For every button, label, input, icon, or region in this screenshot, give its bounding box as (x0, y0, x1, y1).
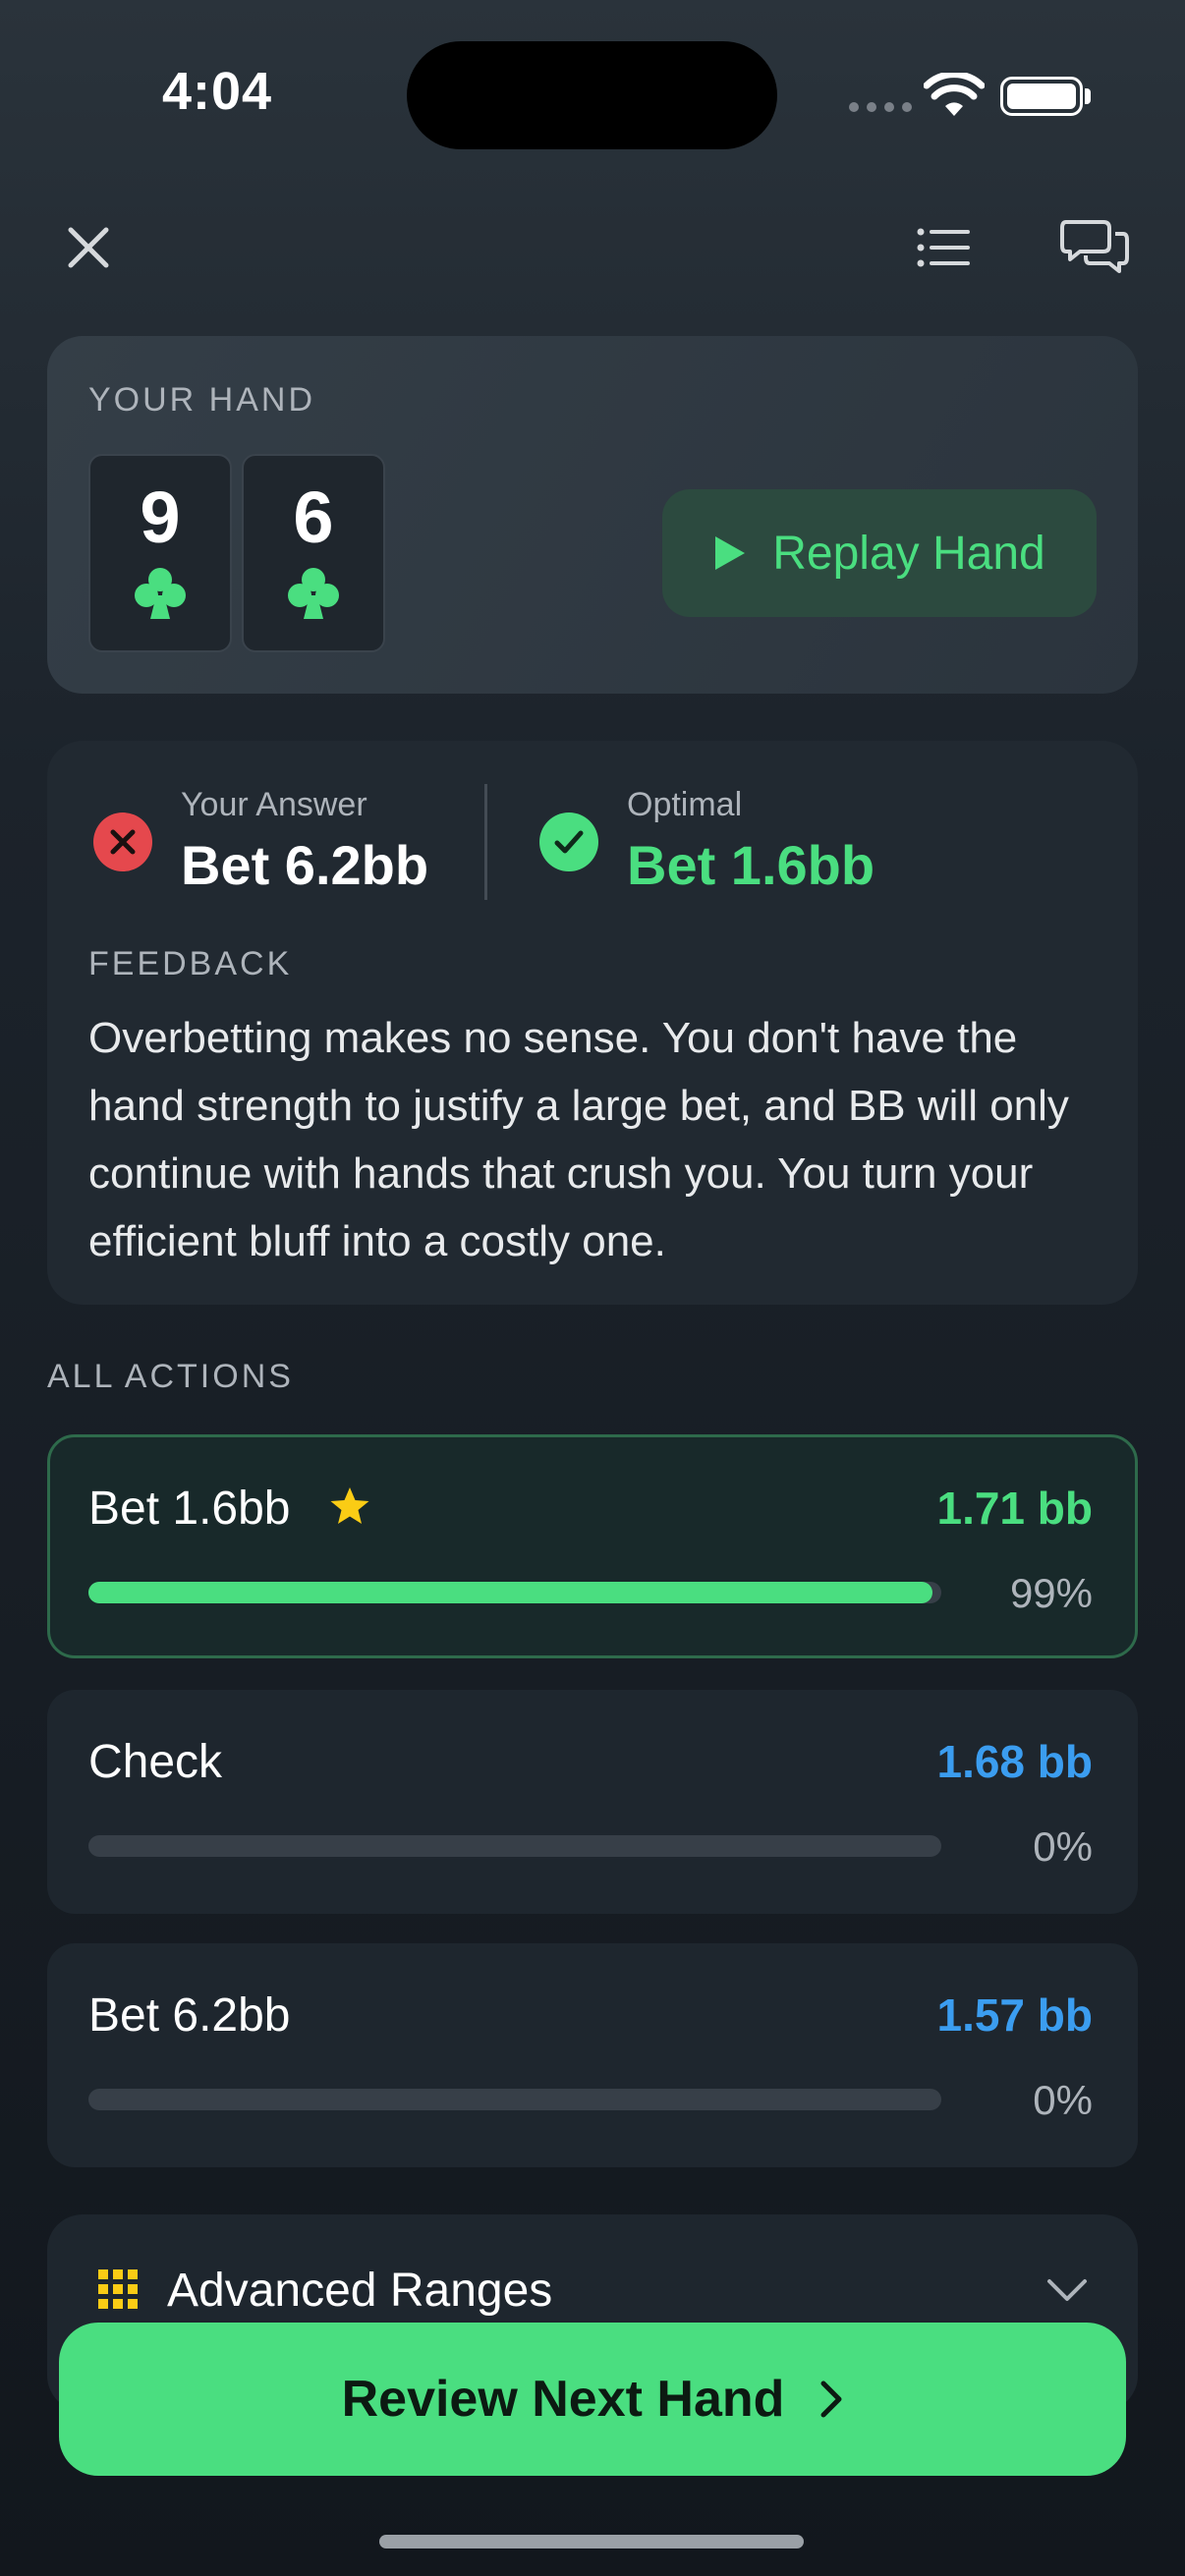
action-label: Bet 1.6bb (88, 1483, 291, 1535)
feedback-label: FEEDBACK (88, 945, 293, 982)
chevron-right-icon (820, 2380, 842, 2418)
correct-check-icon (539, 812, 598, 871)
chevron-down-icon (1047, 2279, 1087, 2301)
frequency-bar (88, 2089, 941, 2110)
replay-hand-label: Replay Hand (772, 527, 1045, 580)
action-frequency: 0% (1033, 2077, 1093, 2123)
wrong-answer-icon (93, 812, 152, 871)
card-rank: 9 (140, 476, 181, 558)
your-answer-label: Your Answer (181, 786, 367, 823)
action-frequency: 0% (1033, 1823, 1093, 1870)
close-icon (68, 227, 109, 268)
chat-bubbles-icon (1060, 220, 1129, 273)
frequency-bar (88, 1582, 941, 1603)
action-row-bet-large[interactable] (47, 1943, 1138, 2167)
cellular-signal-icon (849, 102, 912, 112)
hole-card-1: 9 (88, 454, 232, 652)
action-label: Bet 6.2bb (88, 1989, 291, 2042)
dynamic-island (407, 41, 777, 149)
optimal-label: Optimal (627, 786, 743, 823)
hand-list-button[interactable] (908, 212, 979, 283)
frequency-bar (88, 1835, 941, 1857)
wifi-icon (924, 73, 985, 116)
card-rank: 6 (293, 476, 334, 558)
home-indicator (379, 2535, 804, 2548)
review-next-hand-label: Review Next Hand (341, 2371, 785, 2428)
your-answer-value: Bet 6.2bb (181, 834, 429, 896)
action-ev: 1.71 bb (936, 1483, 1093, 1534)
star-icon (330, 1487, 369, 1524)
club-icon (288, 568, 339, 619)
action-row-bet-small[interactable] (47, 1434, 1138, 1658)
action-frequency: 99% (1009, 1570, 1093, 1616)
action-ev: 1.68 bb (936, 1736, 1093, 1787)
chat-button[interactable] (1059, 212, 1130, 283)
battery-icon (1000, 77, 1083, 116)
answer-divider (484, 784, 487, 900)
hole-card-2: 6 (242, 454, 385, 652)
feedback-text: Overbetting makes no sense. You don't ha… (88, 1014, 1069, 1265)
action-ev: 1.57 bb (936, 1989, 1093, 2041)
status-time: 4:04 (162, 62, 273, 121)
club-icon (135, 568, 186, 619)
frequency-bar-fill (88, 1582, 933, 1603)
your-hand-label: YOUR HAND (88, 381, 316, 419)
action-row-check[interactable] (47, 1690, 1138, 1914)
advanced-ranges-label: Advanced Ranges (167, 2265, 553, 2317)
optimal-value: Bet 1.6bb (627, 834, 875, 896)
list-icon (917, 228, 970, 267)
grid-icon (98, 2269, 138, 2309)
play-icon (715, 536, 746, 570)
replay-hand-button[interactable]: Replay Hand (662, 489, 1097, 617)
action-label: Check (88, 1736, 223, 1788)
review-next-hand-button[interactable]: Review Next Hand (59, 2323, 1126, 2476)
close-button[interactable] (53, 212, 124, 283)
all-actions-label: ALL ACTIONS (47, 1358, 294, 1395)
